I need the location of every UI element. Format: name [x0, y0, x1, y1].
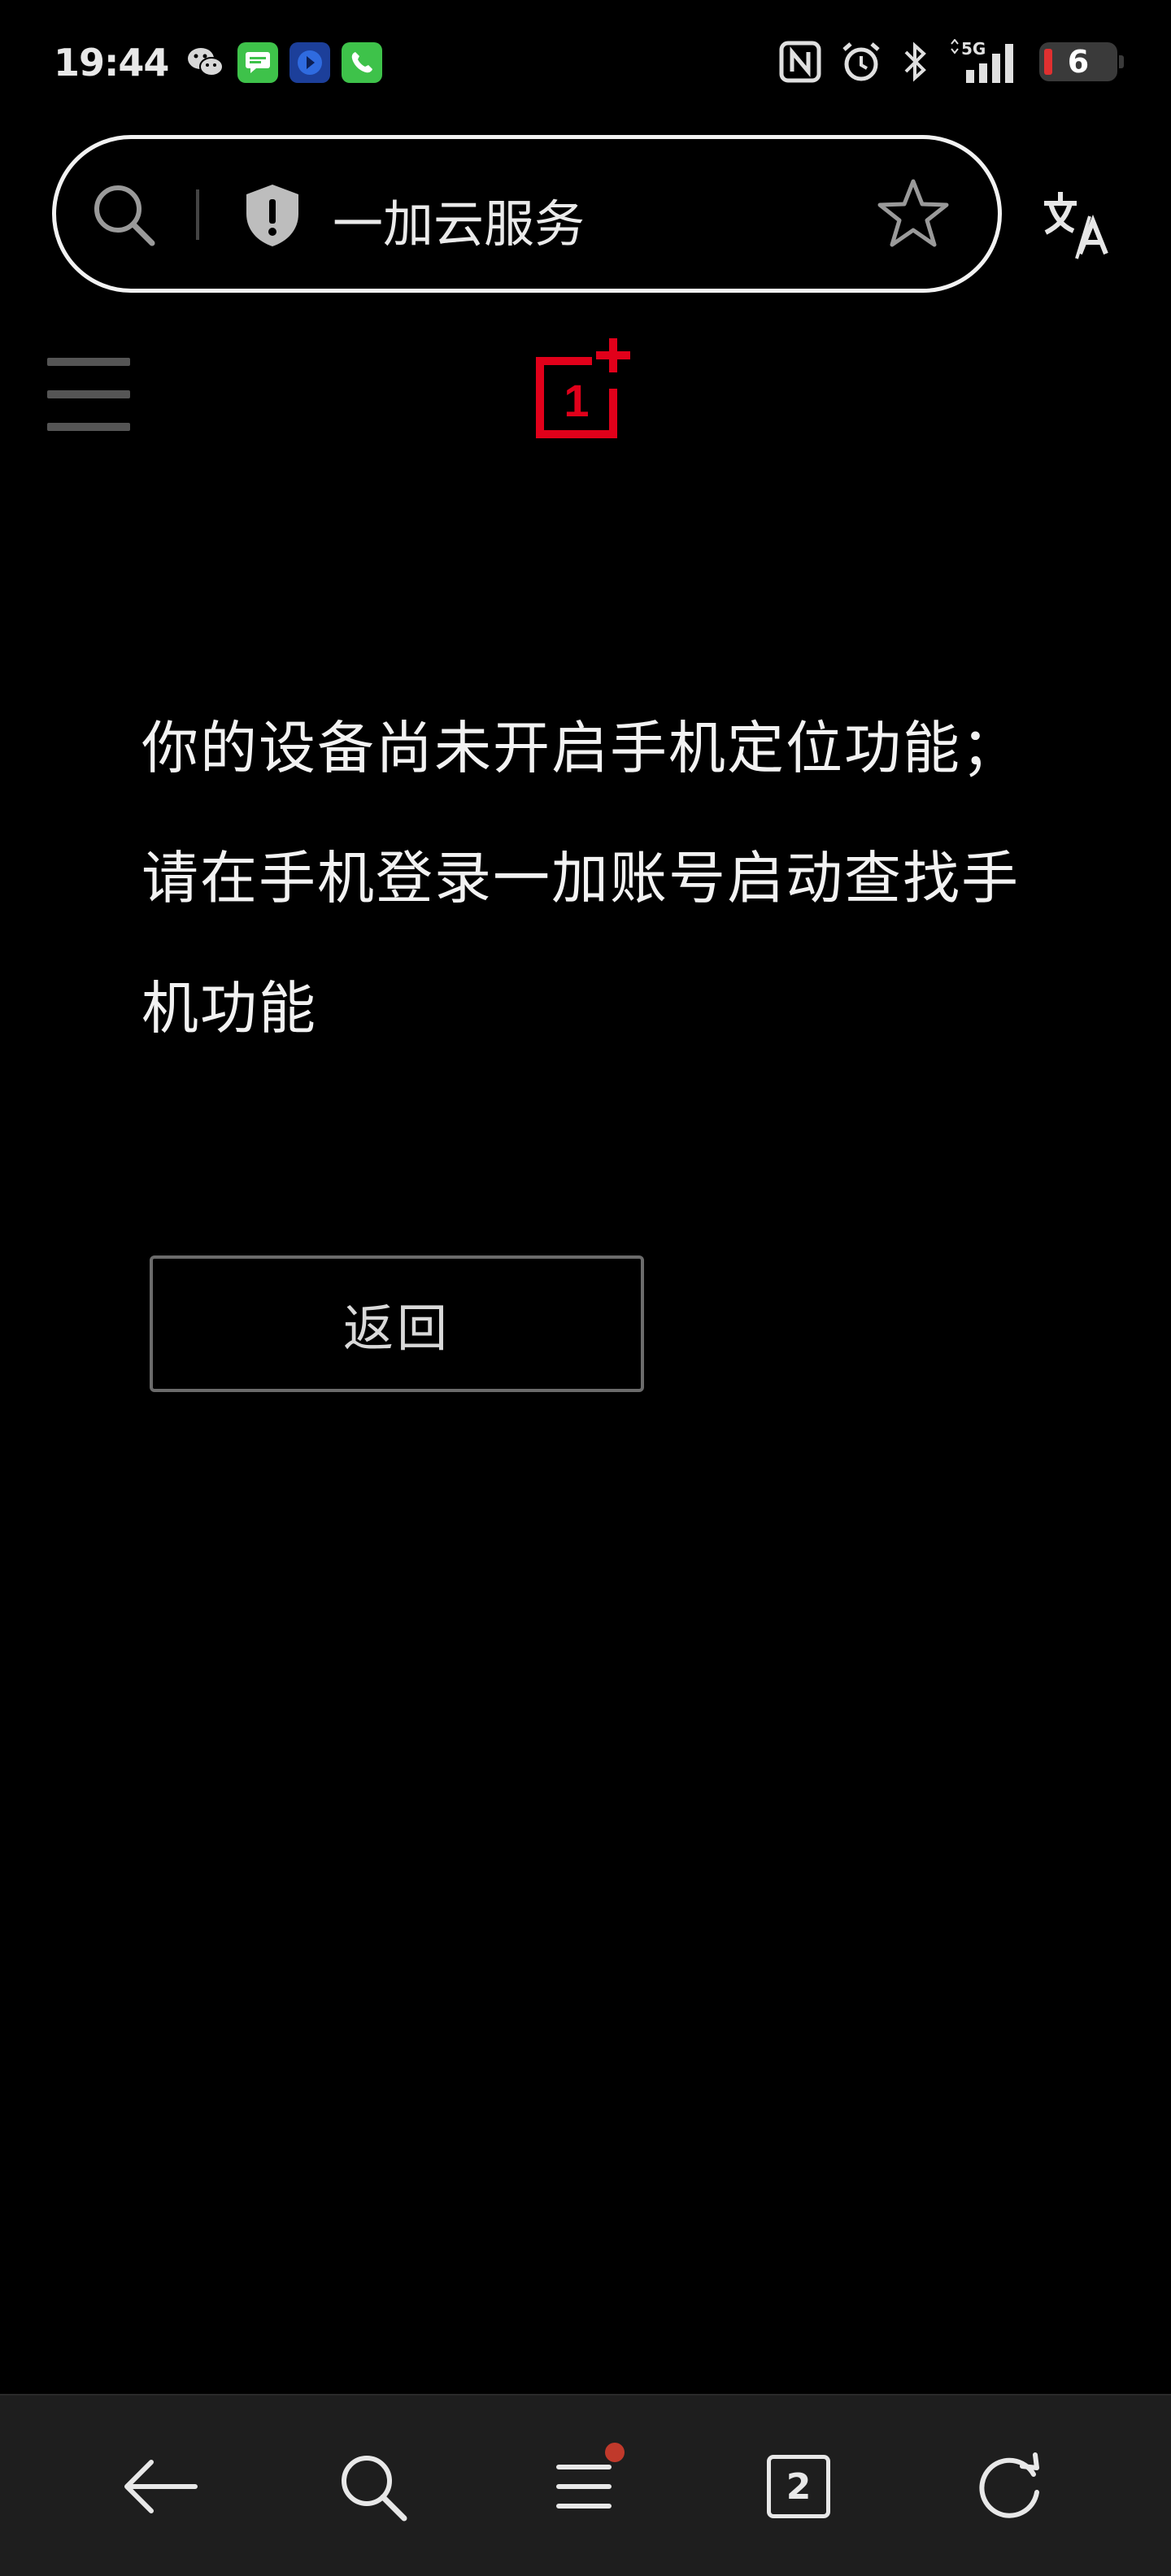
- hamburger-menu-icon[interactable]: [47, 358, 132, 434]
- message-line-1: 你的设备尚未开启手机定位功能；: [141, 715, 1020, 781]
- menu-notification-dot: [605, 2443, 625, 2462]
- page: 19:44 5G 6 一加云服务 1 你的设备尚未开启手机定位功能； 请在手机登…: [0, 0, 1171, 2576]
- location-disabled-message: 你的设备尚未开启手机定位功能； 请在手机登录一加账号启动查找手 机功能: [141, 683, 1069, 1073]
- tab-count: 2: [767, 2455, 830, 2518]
- battery-indicator: 6: [1039, 42, 1124, 81]
- message-line-2: 请在手机登录一加账号启动查找手: [141, 845, 1020, 912]
- tabs-button[interactable]: 2: [756, 2444, 841, 2529]
- wechat-icon: [185, 42, 226, 83]
- translate-icon[interactable]: [1039, 181, 1121, 262]
- signal-5g-icon: 5G: [947, 39, 1021, 85]
- bookmark-star-icon[interactable]: [876, 176, 951, 251]
- refresh-icon[interactable]: [968, 2444, 1052, 2529]
- browser-toolbar: 2: [0, 2394, 1171, 2576]
- app-icon: [289, 42, 330, 83]
- oneplus-logo[interactable]: 1: [535, 335, 638, 439]
- messages-icon: [237, 42, 278, 83]
- menu-icon[interactable]: [542, 2443, 626, 2529]
- back-button[interactable]: 返回: [150, 1255, 644, 1392]
- system-icons: 5G 6: [779, 39, 1124, 85]
- address-divider: [196, 189, 199, 240]
- notification-icons: [185, 42, 382, 83]
- battery-level: 6: [1067, 44, 1090, 80]
- status-bar: 19:44 5G 6: [0, 0, 1171, 130]
- nfc-icon: [779, 39, 821, 85]
- address-bar[interactable]: 一加云服务: [52, 135, 1002, 293]
- network-label: 5G: [961, 39, 986, 59]
- message-line-3: 机功能: [141, 975, 317, 1042]
- status-time: 19:44: [54, 41, 169, 85]
- alarm-icon: [839, 39, 883, 85]
- shield-icon[interactable]: [238, 181, 307, 250]
- toolbar-search-icon[interactable]: [330, 2444, 415, 2529]
- page-title[interactable]: 一加云服务: [333, 183, 585, 256]
- phone-icon: [342, 42, 382, 83]
- bluetooth-icon: [901, 39, 929, 85]
- logo-text: 1: [564, 375, 589, 426]
- back-arrow-icon[interactable]: [119, 2444, 203, 2529]
- search-icon[interactable]: [89, 180, 159, 250]
